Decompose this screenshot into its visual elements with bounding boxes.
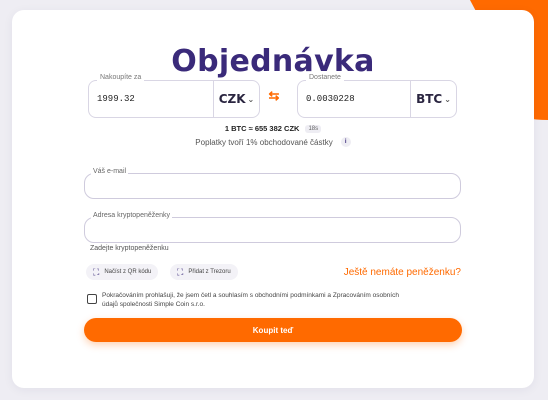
add-from-trezor-label: Přidat z Trezoru bbox=[188, 269, 231, 275]
page-title: Objednávka bbox=[171, 44, 375, 79]
pay-amount-label: Nakoupíte za bbox=[97, 74, 145, 81]
consent-text: Pokračováním prohlašuji, že jsem četl a … bbox=[102, 292, 399, 308]
exchange-rate: 1 BTC ≈ 655 382 CZK 18s bbox=[12, 124, 534, 133]
fees-text: Poplatky tvoří 1% obchodované částky bbox=[195, 137, 333, 147]
pay-amount-value[interactable]: 1999.32 bbox=[97, 94, 135, 104]
receive-amount-label: Dostanete bbox=[306, 74, 344, 81]
rate-timer-badge: 18s bbox=[305, 124, 322, 133]
scan-qr-button[interactable]: ⛶ Načíst z QR kódu bbox=[86, 264, 159, 280]
swap-icon[interactable]: ⇆ bbox=[262, 84, 286, 108]
email-label: Váš e-mail bbox=[91, 168, 129, 175]
fees-note: Poplatky tvoří 1% obchodované částky i bbox=[12, 137, 534, 147]
email-field[interactable]: Váš e-mail bbox=[84, 168, 461, 199]
add-from-trezor-button[interactable]: ⛶ Přidat z Trezoru bbox=[170, 264, 238, 280]
scan-frame-icon: ⛶ bbox=[93, 266, 100, 277]
no-wallet-link[interactable]: Ještě nemáte peněženku? bbox=[344, 267, 461, 278]
pay-amount-field[interactable]: Nakoupíte za 1999.32 CZK ⌄ bbox=[88, 74, 260, 118]
chevron-down-icon: ⌄ bbox=[247, 94, 255, 104]
pay-currency-select[interactable]: CZK ⌄ bbox=[213, 81, 259, 117]
exchange-rate-text: 1 BTC ≈ 655 382 CZK bbox=[224, 124, 300, 133]
buy-now-button[interactable]: Koupit teď bbox=[84, 318, 462, 342]
order-card: Objednávka Nakoupíte za 1999.32 CZK ⌄ ⇆ … bbox=[12, 10, 534, 388]
chevron-down-icon: ⌄ bbox=[444, 94, 451, 104]
pay-currency-label: CZK bbox=[218, 92, 246, 106]
receive-amount-field[interactable]: Dostanete 0.0030228 BTC ⌄ bbox=[297, 74, 457, 118]
receive-currency-label: BTC bbox=[416, 92, 443, 106]
wallet-address-field[interactable]: Adresa kryptopeněženky bbox=[84, 212, 461, 243]
scan-frame-icon: ⛶ bbox=[177, 266, 184, 277]
scan-qr-label: Načíst z QR kódu bbox=[104, 269, 152, 275]
receive-amount-value[interactable]: 0.0030228 bbox=[306, 94, 355, 104]
consent-checkbox[interactable] bbox=[87, 294, 97, 304]
wallet-address-hint: Zadejte kryptopeněženku bbox=[90, 245, 169, 252]
receive-currency-select[interactable]: BTC ⌄ bbox=[410, 81, 456, 117]
info-icon[interactable]: i bbox=[340, 137, 351, 147]
wallet-address-label: Adresa kryptopeněženky bbox=[91, 212, 173, 219]
